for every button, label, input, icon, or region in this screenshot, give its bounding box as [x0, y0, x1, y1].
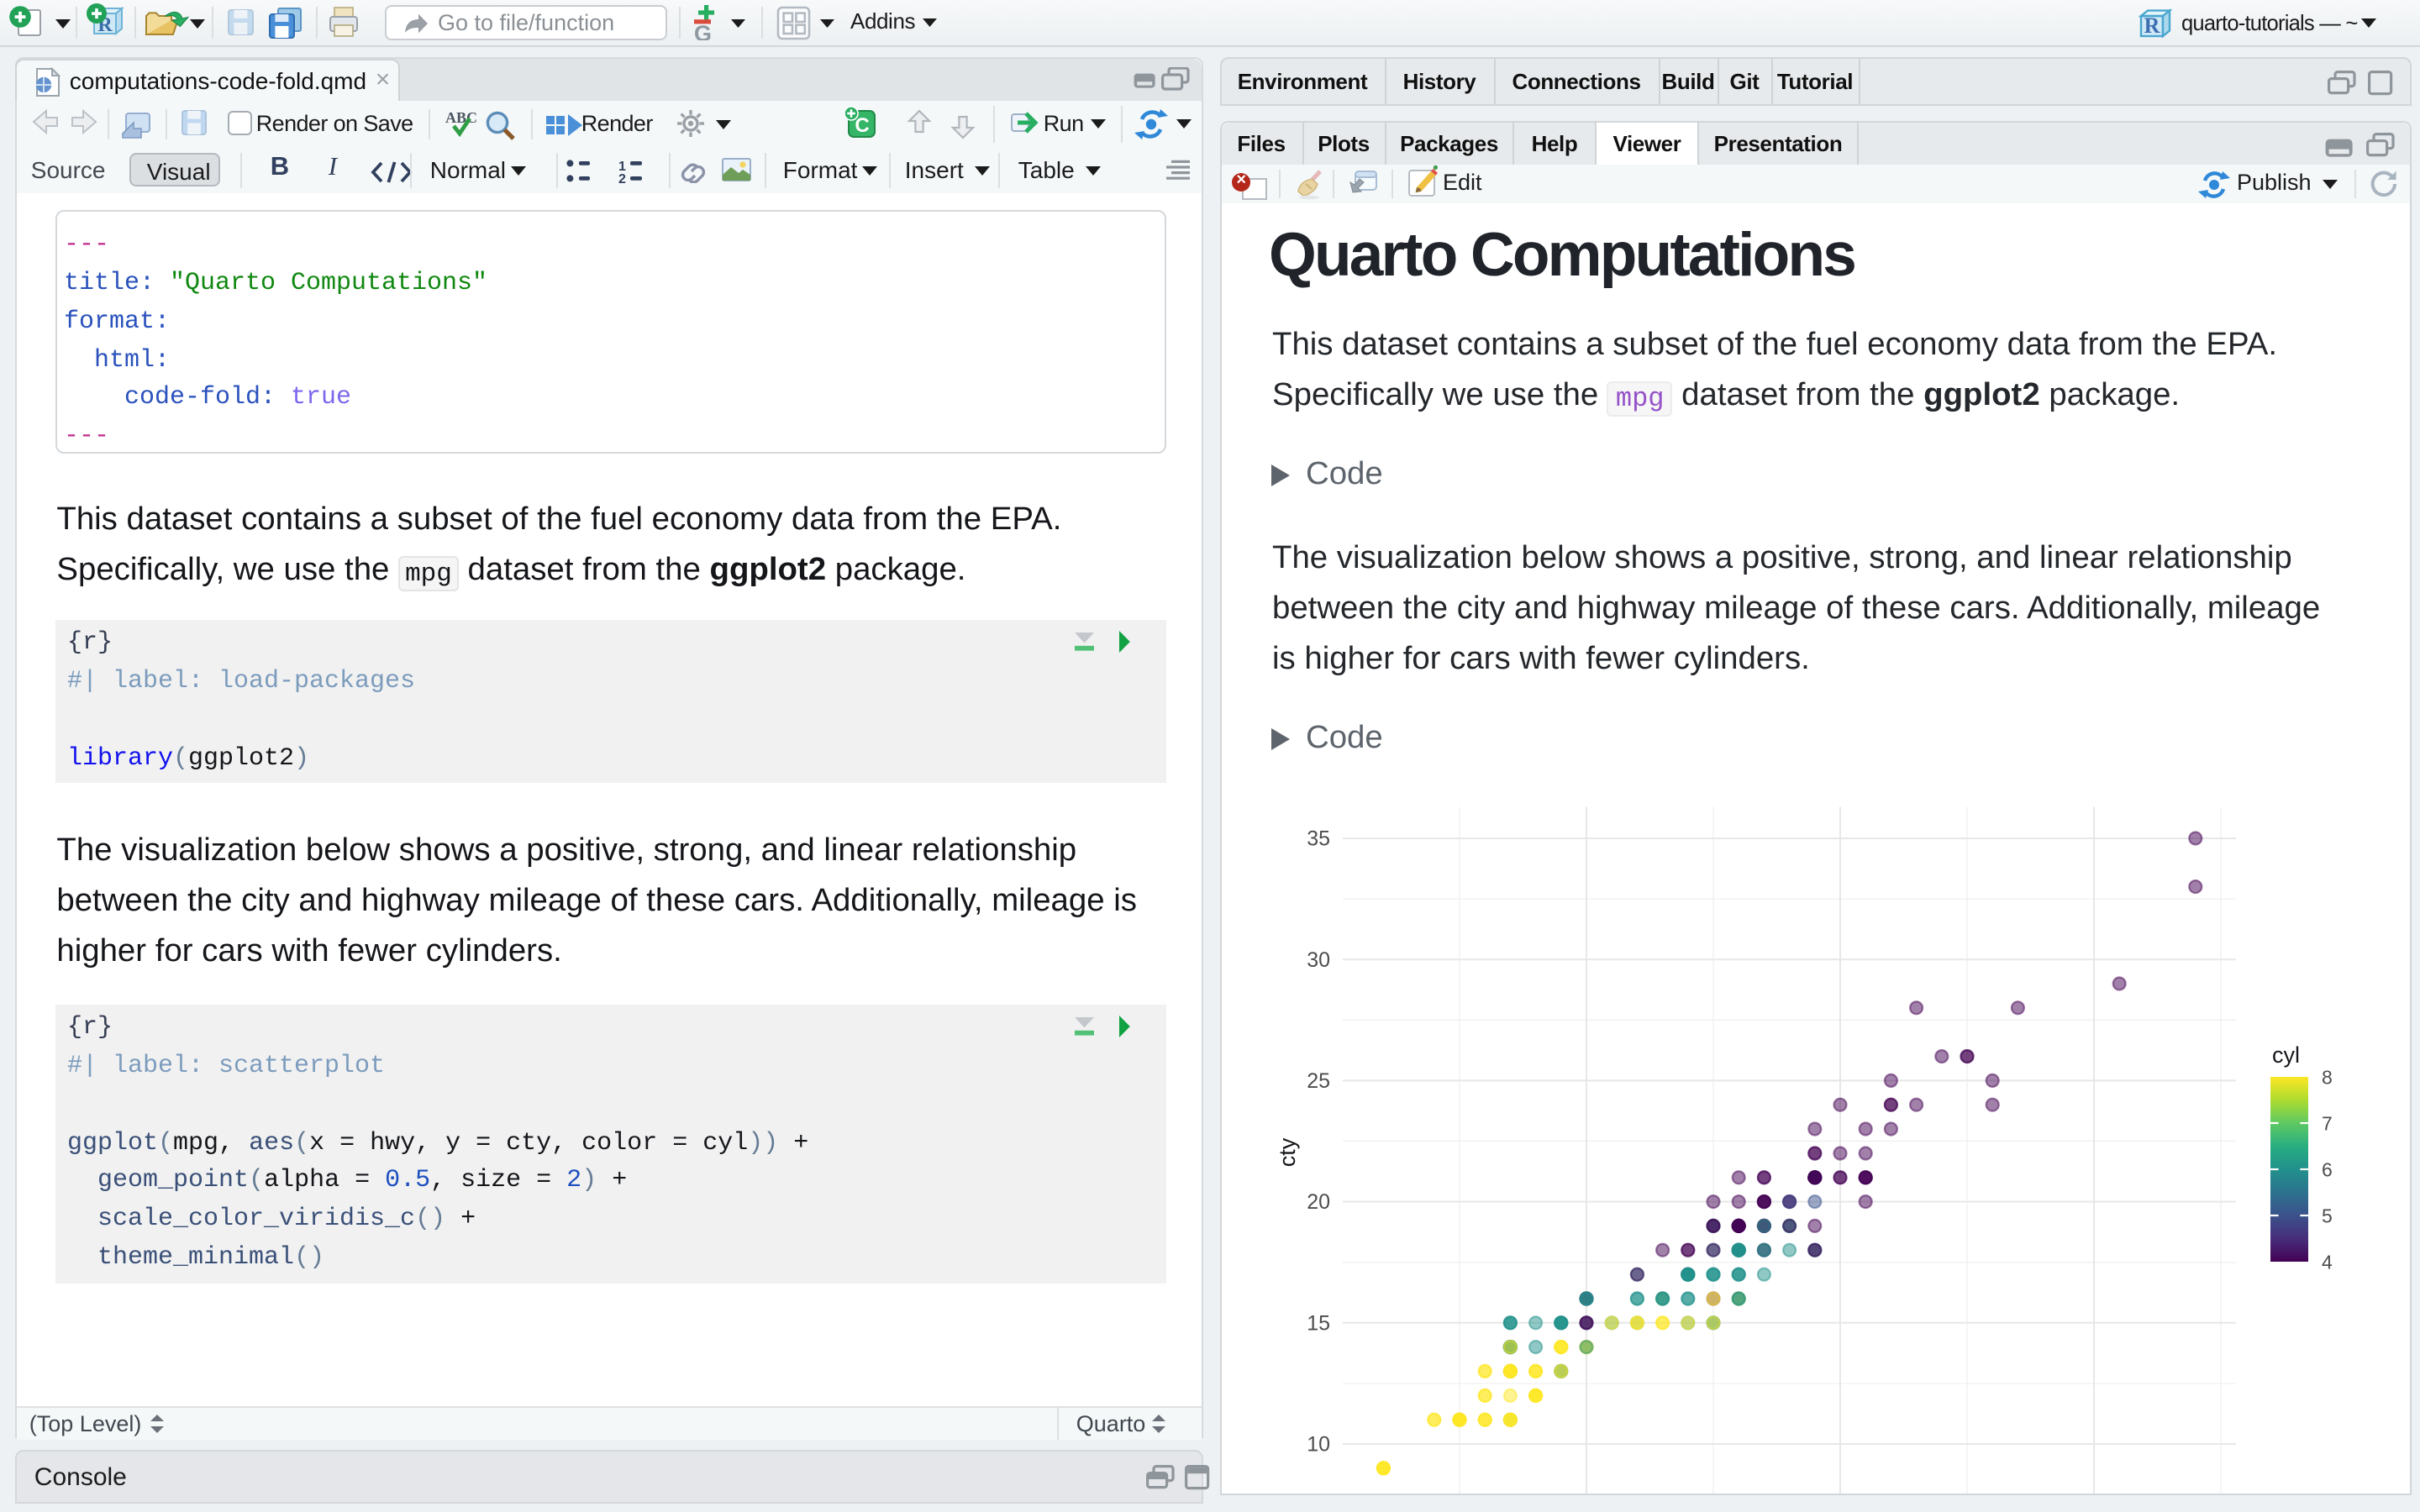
svg-text:ABC: ABC: [445, 109, 477, 126]
svg-text:35: 35: [1306, 827, 1329, 850]
svg-text:4: 4: [2321, 1251, 2332, 1273]
svg-text:15: 15: [1306, 1311, 1329, 1335]
svg-text:7: 7: [2321, 1112, 2332, 1134]
svg-text:10: 10: [1306, 1432, 1329, 1456]
svg-text:8: 8: [2321, 1066, 2332, 1088]
svg-text:G: G: [694, 21, 712, 40]
svg-text:5: 5: [2321, 1205, 2332, 1226]
svg-text:cyl: cyl: [2271, 1042, 2299, 1068]
svg-text:cty: cty: [1274, 1137, 1299, 1167]
svg-text:R: R: [2144, 13, 2160, 37]
svg-text:6: 6: [2321, 1158, 2332, 1180]
svg-text:30: 30: [1306, 948, 1329, 971]
svg-text:25: 25: [1306, 1069, 1329, 1093]
svg-text:20: 20: [1306, 1190, 1329, 1214]
svg-text:2: 2: [619, 172, 627, 183]
